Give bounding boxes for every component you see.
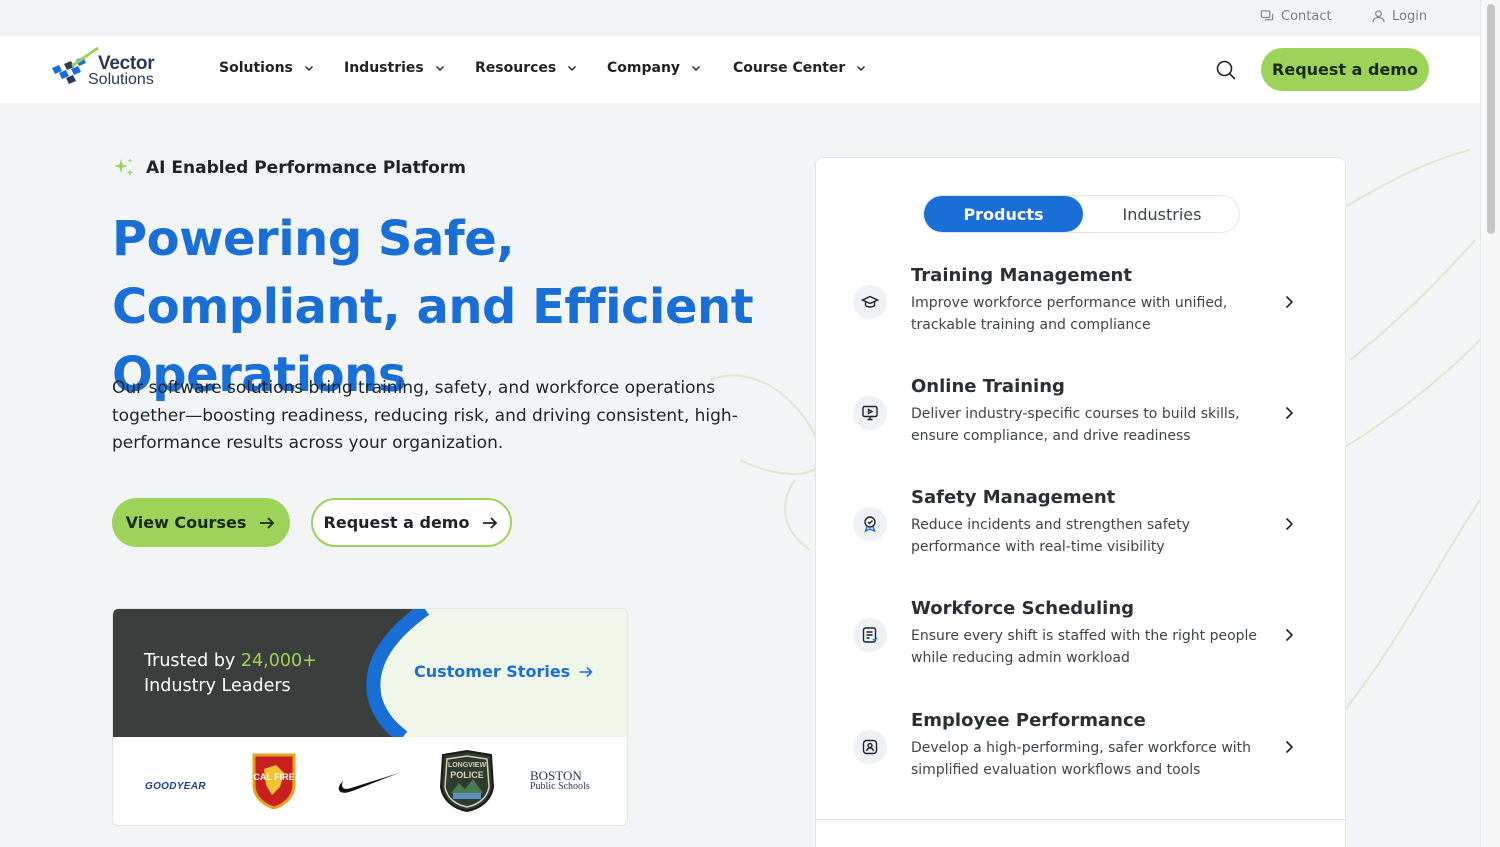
chevron-down-icon	[857, 66, 866, 71]
product-title: Online Training	[911, 376, 1065, 397]
login-link[interactable]: Login	[1371, 9, 1427, 24]
panel-divider	[816, 819, 1347, 820]
calfire-wordmark: CAL FIRE	[253, 772, 294, 782]
safety-badge-icon	[864, 516, 876, 533]
nav-solutions[interactable]: Solutions	[219, 60, 315, 76]
graduation-cap-icon	[861, 295, 879, 308]
nav-course-center-label: Course Center	[733, 60, 846, 76]
utility-bar: Contact Login	[0, 0, 1480, 36]
request-demo-hero-button[interactable]: Request a demo	[311, 498, 512, 547]
request-demo-nav-button[interactable]: Request a demo	[1261, 48, 1429, 91]
contact-link[interactable]: Contact	[1260, 9, 1332, 24]
goodyear-wordmark: GOODYEAR	[145, 781, 206, 792]
view-courses-label: View Courses	[125, 513, 247, 532]
product-safety-management[interactable]: Safety Management Reduce incidents and s…	[816, 487, 1347, 587]
chevron-down-icon	[692, 66, 701, 71]
product-workforce-scheduling[interactable]: Workforce Scheduling Ensure every shift …	[816, 598, 1347, 698]
arrow-right-icon	[260, 516, 275, 529]
product-icon-wrap	[853, 730, 887, 764]
product-title: Workforce Scheduling	[911, 598, 1135, 619]
product-training-management[interactable]: Training Management Improve workforce pe…	[816, 265, 1347, 365]
nav-company-label: Company	[607, 60, 681, 76]
logo-name-line2: Solutions	[88, 71, 154, 88]
tab-industries[interactable]: Industries	[1083, 196, 1241, 232]
product-description: Deliver industry-specific courses to bui…	[911, 406, 1240, 444]
chevron-right-icon	[1285, 740, 1294, 754]
request-demo-hero-label: Request a demo	[323, 513, 470, 532]
products-panel: Products Industries Training Management …	[815, 157, 1347, 847]
nav-industries-label: Industries	[344, 60, 424, 76]
hero-eyebrow-text: AI Enabled Performance Platform	[146, 158, 466, 178]
nav-resources[interactable]: Resources	[475, 60, 578, 76]
contact-label: Contact	[1281, 9, 1332, 24]
product-employee-performance[interactable]: Employee Performance Develop a high-perf…	[816, 710, 1347, 810]
product-icon-wrap	[853, 396, 887, 430]
nav-company[interactable]: Company	[607, 60, 702, 76]
police-wordmark: POLICE	[450, 770, 484, 780]
public-schools-wordmark: Public Schools	[530, 781, 590, 792]
nav-industries[interactable]: Industries	[344, 60, 446, 76]
trust-prefix: Trusted by	[144, 651, 241, 671]
trust-text: Trusted by 24,000+ Industry Leaders	[144, 649, 317, 699]
chevron-down-icon	[568, 66, 577, 71]
chevron-right-icon	[1285, 628, 1294, 642]
hero-eyebrow: AI Enabled Performance Platform	[112, 156, 466, 180]
product-description: Ensure every shift is staffed with the r…	[911, 628, 1258, 666]
chevron-down-icon	[435, 66, 444, 71]
vector-solutions-logo[interactable]: Vector Solutions	[50, 46, 165, 92]
scrollbar-thumb[interactable]	[1487, 4, 1495, 234]
longview-wordmark: LONGVIEW	[448, 762, 487, 769]
product-online-training[interactable]: Online Training Deliver industry-specifi…	[816, 376, 1347, 476]
product-icon-wrap	[853, 285, 887, 319]
chevron-right-icon	[1285, 517, 1294, 531]
trust-card: Trusted by 24,000+ Industry Leaders Cust…	[112, 608, 628, 826]
nav-solutions-label: Solutions	[219, 60, 293, 76]
chevron-right-icon	[1285, 406, 1294, 420]
main-navbar: Vector Solutions Solutions Industries Re…	[0, 36, 1480, 103]
products-industries-toggle: Products Industries	[923, 195, 1240, 233]
longview-police-logo: LONGVIEW POLICE	[439, 749, 495, 813]
product-icon-wrap	[853, 618, 887, 652]
nav-course-center[interactable]: Course Center	[733, 60, 867, 76]
product-icon-wrap	[853, 507, 887, 541]
goodyear-logo: GOODYEAR	[145, 774, 206, 793]
search-button[interactable]	[1214, 58, 1238, 82]
video-lesson-icon	[862, 405, 878, 421]
product-title: Training Management	[911, 265, 1132, 286]
view-courses-button[interactable]: View Courses	[112, 498, 290, 547]
product-description: Improve workforce performance with unifi…	[911, 295, 1228, 333]
page-scrollbar[interactable]	[1480, 0, 1500, 847]
tab-products[interactable]: Products	[924, 196, 1083, 232]
trust-count: 24,000+	[240, 651, 317, 671]
boston-public-schools-logo: BOSTON Public Schools	[530, 769, 590, 792]
product-title: Safety Management	[911, 487, 1116, 508]
schedule-list-icon	[862, 627, 878, 643]
search-icon	[1216, 60, 1236, 80]
nav-resources-label: Resources	[475, 60, 557, 76]
chat-icon	[1260, 10, 1274, 21]
product-description: Reduce incidents and strengthen safety p…	[911, 517, 1191, 555]
arrow-right-icon	[579, 666, 593, 677]
employee-profile-icon	[862, 739, 878, 755]
customer-stories-link[interactable]: Customer Stories	[414, 662, 594, 681]
user-icon	[1372, 10, 1385, 23]
arrow-right-icon	[483, 516, 498, 529]
calfire-logo: CAL FIRE	[252, 753, 296, 809]
login-label: Login	[1392, 9, 1428, 24]
chevron-down-icon	[304, 66, 313, 71]
hero-description: Our software solutions bring training, s…	[112, 378, 738, 453]
chevron-right-icon	[1285, 295, 1294, 309]
customer-stories-label: Customer Stories	[414, 662, 571, 681]
product-description: Develop a high-performing, safer workfor…	[911, 740, 1252, 778]
customer-logos: GOODYEAR CAL FIRE LONGVIEW POLICE BOSTON…	[113, 737, 627, 825]
trust-banner: Trusted by 24,000+ Industry Leaders Cust…	[113, 609, 627, 737]
trust-suffix: Industry Leaders	[144, 676, 291, 696]
sparkle-icon	[114, 158, 134, 176]
product-title: Employee Performance	[911, 710, 1146, 731]
nike-logo	[338, 772, 402, 793]
